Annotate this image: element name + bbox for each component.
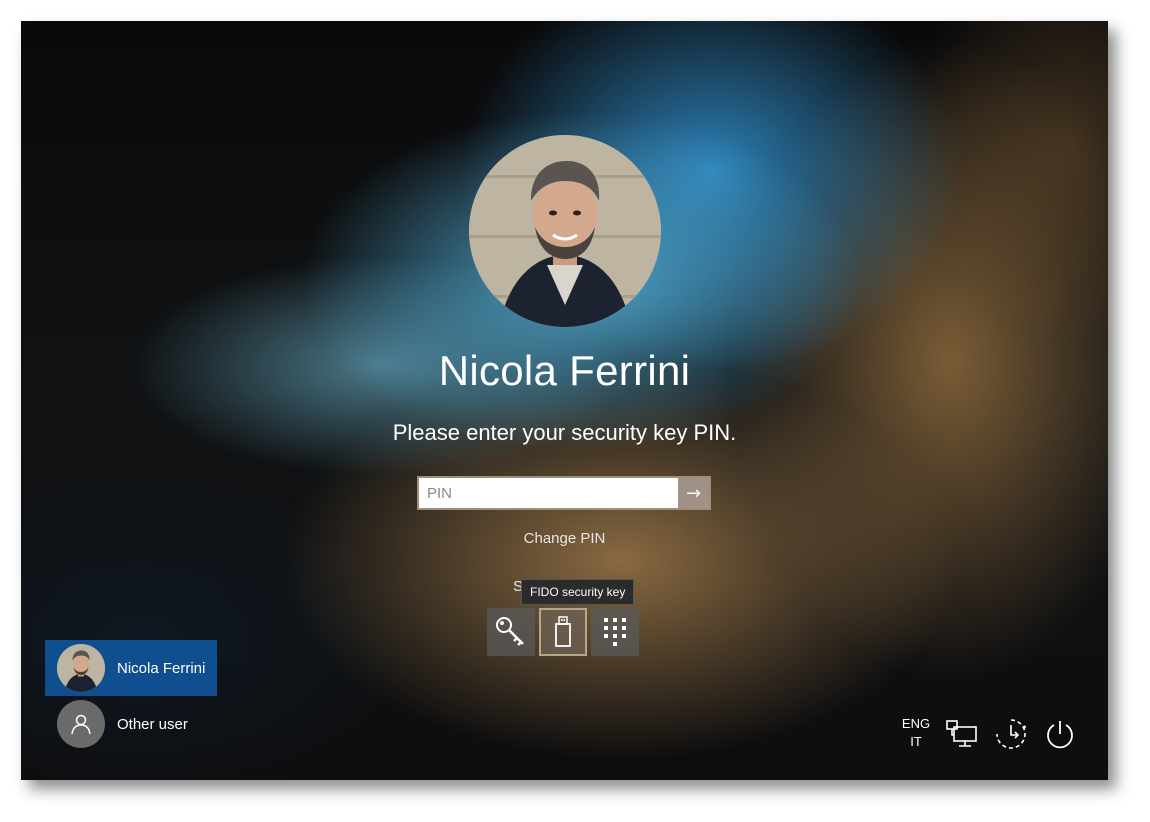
change-pin-link[interactable]: Change PIN — [21, 530, 1108, 547]
user-tile-other[interactable]: Other user — [45, 696, 217, 752]
lock-screen: Nicola Ferrini Please enter your securit… — [21, 21, 1108, 780]
pin-option-button[interactable] — [591, 608, 639, 656]
key-option-button[interactable] — [487, 608, 535, 656]
pin-field-container: → — [417, 476, 711, 510]
language-secondary: IT — [910, 734, 922, 749]
user-name: Nicola Ferrini — [438, 347, 691, 394]
language-primary: ENG — [901, 716, 931, 731]
accessibility-button[interactable] — [994, 717, 1028, 751]
key-icon — [496, 617, 524, 646]
user-tile-label: Other user — [117, 715, 188, 733]
pin-input[interactable] — [419, 478, 678, 508]
pin-prompt: Please enter your security key PIN. — [392, 420, 737, 445]
user-avatar-small — [57, 644, 105, 692]
arrow-right-icon: → — [685, 482, 702, 504]
network-button[interactable] — [945, 717, 979, 751]
user-tile-nicola[interactable]: Nicola Ferrini — [45, 640, 217, 696]
network-icon — [946, 720, 977, 747]
user-tile-label: Nicola Ferrini — [117, 659, 206, 677]
submit-button[interactable]: → — [678, 478, 709, 508]
person-icon — [57, 700, 105, 748]
accessibility-icon — [996, 719, 1026, 749]
fido-tooltip: FIDO security key — [521, 579, 635, 605]
power-icon — [1047, 721, 1073, 749]
user-avatar-large — [469, 135, 661, 327]
power-button[interactable] — [1043, 717, 1077, 751]
usb-key-icon — [555, 616, 571, 647]
keypad-icon — [604, 618, 626, 646]
language-switcher[interactable]: ENG IT — [895, 715, 937, 751]
fido-option-button[interactable] — [539, 608, 587, 656]
